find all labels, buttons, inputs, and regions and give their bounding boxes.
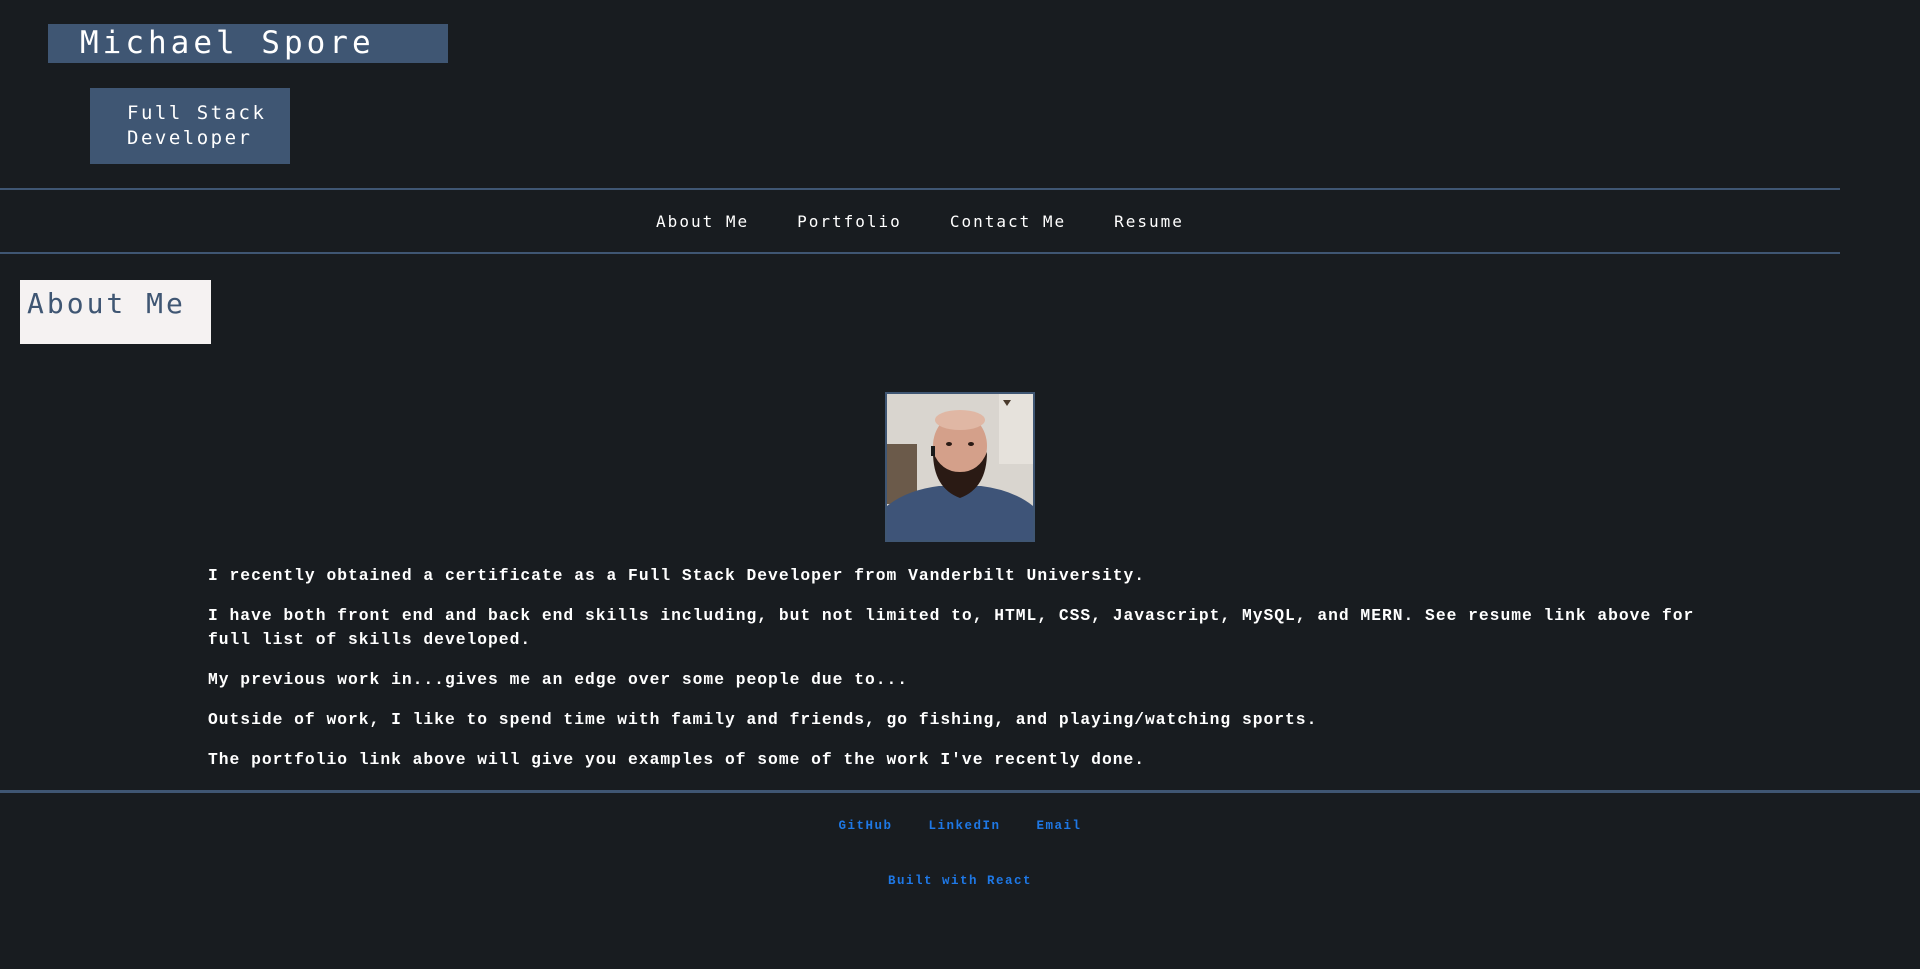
nav-link-portfolio[interactable]: Portfolio xyxy=(797,212,902,231)
bio-paragraph: I recently obtained a certificate as a F… xyxy=(208,566,1146,585)
bio-paragraph: The portfolio link above will give you e… xyxy=(208,750,1146,769)
site-name: Michael Spore xyxy=(48,24,448,63)
footer-link-email[interactable]: Email xyxy=(1037,819,1082,833)
bio-paragraph: My previous work in...gives me an edge o… xyxy=(208,670,909,689)
built-with-row: Built with React xyxy=(0,869,1920,888)
role-title: Full Stack Developer xyxy=(90,88,290,164)
profile-photo xyxy=(885,392,1035,542)
footer-links: GitHub LinkedIn Email xyxy=(0,819,1920,833)
bio-paragraph: I have both front end and back end skill… xyxy=(208,606,1695,649)
profile-photo-illustration xyxy=(887,394,1033,540)
footer-link-github[interactable]: GitHub xyxy=(838,819,892,833)
section-heading-about-me: About Me xyxy=(20,280,211,344)
nav-link-contact-me[interactable]: Contact Me xyxy=(950,212,1066,231)
main-nav: About Me Portfolio Contact Me Resume xyxy=(0,188,1840,254)
nav-link-resume[interactable]: Resume xyxy=(1114,212,1184,231)
page: Michael Spore Full Stack Developer About… xyxy=(0,0,1920,969)
footer-link-linkedin[interactable]: LinkedIn xyxy=(928,819,1000,833)
bio-paragraph: Outside of work, I like to spend time wi… xyxy=(208,710,1318,729)
built-with-react-link[interactable]: Built with React xyxy=(888,874,1032,888)
nav-link-about-me[interactable]: About Me xyxy=(656,212,749,231)
footer: GitHub LinkedIn Email Built with React xyxy=(0,790,1920,969)
about-bio: I recently obtained a certificate as a F… xyxy=(208,564,1728,788)
